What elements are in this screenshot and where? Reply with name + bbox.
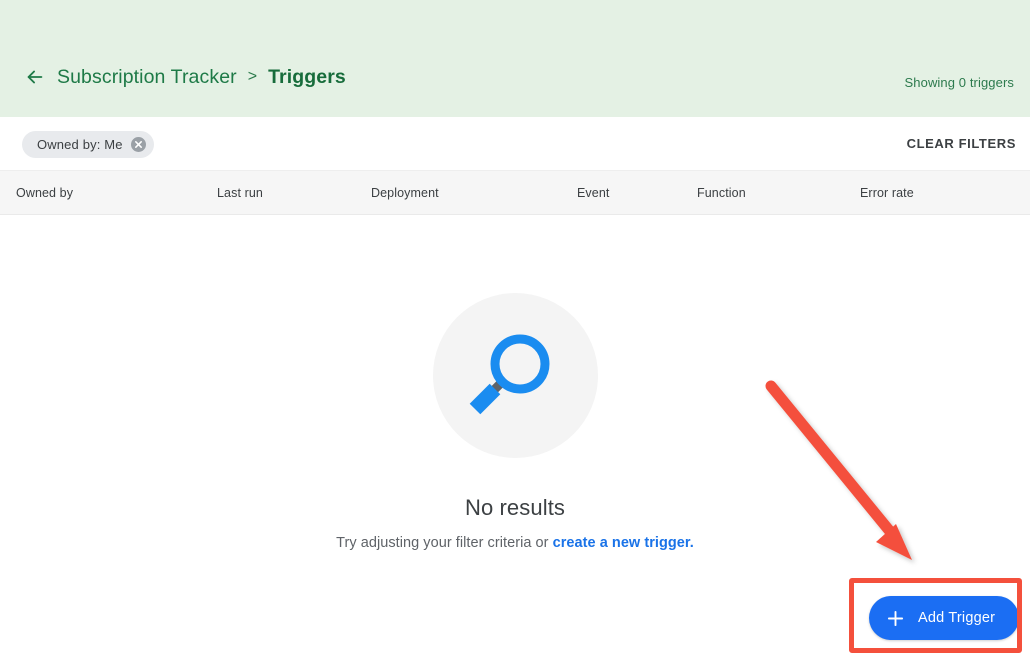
result-count-label: Showing 0 triggers <box>904 75 1014 90</box>
column-header-event[interactable]: Event <box>577 186 609 200</box>
magnifying-glass-icon <box>462 320 568 431</box>
column-header-function[interactable]: Function <box>697 186 746 200</box>
empty-state: No results Try adjusting your filter cri… <box>0 215 1030 653</box>
empty-state-title: No results <box>464 495 566 520</box>
column-header-owned-by[interactable]: Owned by <box>16 186 73 200</box>
clear-filters-button[interactable]: CLEAR FILTERS <box>907 136 1016 151</box>
table-header-row: Owned by Last run Deployment Event Funct… <box>0 170 1030 215</box>
breadcrumb-parent-link[interactable]: Subscription Tracker <box>57 66 237 89</box>
add-trigger-button[interactable]: Add Trigger <box>869 596 1020 640</box>
column-header-error-rate[interactable]: Error rate <box>860 186 914 200</box>
breadcrumb: Subscription Tracker > Triggers <box>22 64 346 90</box>
close-circle-icon[interactable] <box>130 137 146 152</box>
empty-state-subtitle-text: Try adjusting your filter criteria or <box>336 535 553 551</box>
empty-state-icon-background <box>432 293 598 458</box>
filter-chip-label: Owned by: Me <box>37 137 123 152</box>
add-trigger-button-label: Add Trigger <box>918 610 996 626</box>
empty-state-subtitle: Try adjusting your filter criteria or cr… <box>336 535 694 551</box>
breadcrumb-separator: > <box>247 68 258 85</box>
column-header-last-run[interactable]: Last run <box>217 186 263 200</box>
page-header: Subscription Tracker > Triggers Showing … <box>0 0 1030 117</box>
arrow-left-icon[interactable] <box>22 64 48 90</box>
filter-chip-owned-by[interactable]: Owned by: Me <box>22 131 154 158</box>
filter-bar <box>0 117 1030 171</box>
plus-icon <box>887 610 904 627</box>
page-title: Triggers <box>268 65 346 88</box>
column-header-deployment[interactable]: Deployment <box>371 186 439 200</box>
create-new-trigger-link[interactable]: create a new trigger. <box>553 535 694 551</box>
triggers-page: Subscription Tracker > Triggers Showing … <box>0 0 1030 653</box>
